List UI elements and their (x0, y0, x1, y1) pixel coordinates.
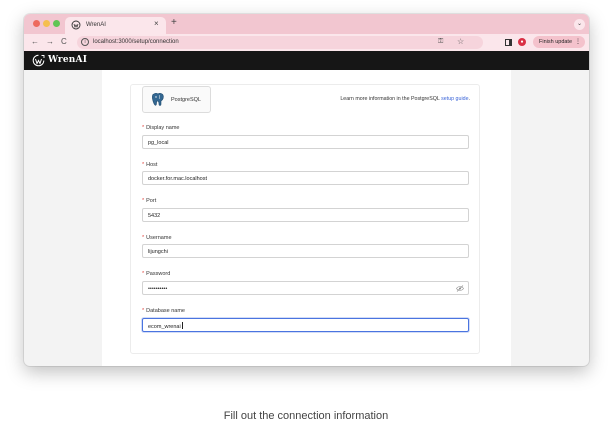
new-tab-button[interactable]: + (171, 17, 177, 29)
profile-avatar-icon[interactable]: ● (518, 38, 526, 46)
text-cursor (181, 322, 183, 329)
host-value: docker.for.mac.localhost (148, 176, 208, 182)
setup-content: PostgreSQL Learn more information in the… (102, 70, 511, 366)
postgresql-elephant-icon (152, 92, 164, 106)
learn-more-prefix: Learn more information in the PostgreSQL (340, 96, 442, 102)
required-mark: * (142, 162, 145, 168)
side-panel-icon[interactable] (505, 39, 512, 46)
caption: Fill out the connection information (223, 410, 389, 422)
datasource-label: PostgreSQL (171, 97, 201, 103)
password-label-text: Password (146, 271, 171, 277)
forward-button[interactable]: → (46, 36, 54, 48)
database-name-label-text: Database name (146, 308, 185, 314)
bookmark-star-icon[interactable]: ☆ (457, 36, 464, 48)
maximize-window-button[interactable] (53, 20, 60, 27)
tab-title: WrenAI (86, 22, 106, 28)
port-label: * Port (142, 197, 156, 205)
back-button[interactable]: ← (31, 36, 39, 48)
password-label: * Password (142, 270, 170, 278)
username-input[interactable]: lijungchi (142, 244, 469, 258)
wren-logo-icon (71, 20, 81, 30)
wren-logo-icon (32, 54, 45, 67)
finish-update-label: Finish update (539, 39, 573, 45)
password-input[interactable]: •••••••••• (142, 281, 469, 295)
required-mark: * (142, 235, 145, 241)
learn-more-suffix: . (468, 96, 470, 102)
browser-tab[interactable]: WrenAI × (65, 17, 166, 34)
reload-button[interactable]: C (61, 36, 67, 48)
username-label-text: Username (146, 235, 172, 241)
database-name-label: * Database name (142, 307, 185, 315)
learn-more-text: Learn more information in the PostgreSQL… (286, 95, 470, 103)
required-mark: * (142, 308, 145, 314)
finish-update-button[interactable]: Finish update ⋮ (533, 36, 585, 48)
close-window-button[interactable] (33, 20, 40, 27)
eye-invisible-icon[interactable] (456, 285, 464, 292)
required-mark: * (142, 198, 145, 204)
database-name-input[interactable]: ecom_wrenai (142, 318, 469, 332)
required-mark: * (142, 271, 145, 277)
site-info-icon[interactable]: i (81, 38, 89, 46)
screenshot-stage: WrenAI × + ⌄ ← → C i localhost:3000/setu… (0, 0, 612, 425)
brand-name[interactable]: WrenAI (48, 55, 87, 66)
required-mark: * (142, 125, 145, 131)
host-label: * Host (142, 161, 157, 169)
display-name-label: * Display name (142, 124, 179, 132)
tab-strip: WrenAI × + ⌄ (24, 14, 589, 34)
port-value: 5432 (148, 213, 161, 219)
host-label-text: Host (146, 162, 158, 168)
display-name-value: pg_local (148, 140, 169, 146)
browser-window: WrenAI × + ⌄ ← → C i localhost:3000/setu… (24, 14, 589, 366)
setup-guide-link[interactable]: setup guide (441, 96, 468, 102)
address-bar[interactable]: i localhost:3000/setup/connection (77, 36, 483, 49)
display-name-input[interactable]: pg_local (142, 135, 469, 149)
username-label: * Username (142, 234, 172, 242)
host-input[interactable]: docker.for.mac.localhost (142, 171, 469, 185)
password-value: •••••••••• (148, 286, 168, 292)
app-header: WrenAI (24, 51, 589, 70)
minimize-window-button[interactable] (43, 20, 50, 27)
port-label-text: Port (146, 198, 157, 204)
tab-search-button[interactable]: ⌄ (574, 19, 585, 30)
database-name-value: ecom_wrenai (148, 322, 183, 331)
database-name-text: ecom_wrenai (148, 324, 181, 330)
connection-form-card: PostgreSQL Learn more information in the… (130, 84, 480, 354)
datasource-chip: PostgreSQL (142, 86, 211, 113)
tab-close-icon[interactable]: × (154, 19, 159, 29)
display-name-label-text: Display name (146, 125, 180, 131)
port-input[interactable]: 5432 (142, 208, 469, 222)
browser-menu-icon[interactable]: ⋮ (575, 36, 581, 48)
username-value: lijungchi (148, 249, 168, 255)
passwords-key-icon[interactable]: ⚿ (438, 36, 443, 48)
url-text[interactable]: localhost:3000/setup/connection (93, 38, 179, 47)
